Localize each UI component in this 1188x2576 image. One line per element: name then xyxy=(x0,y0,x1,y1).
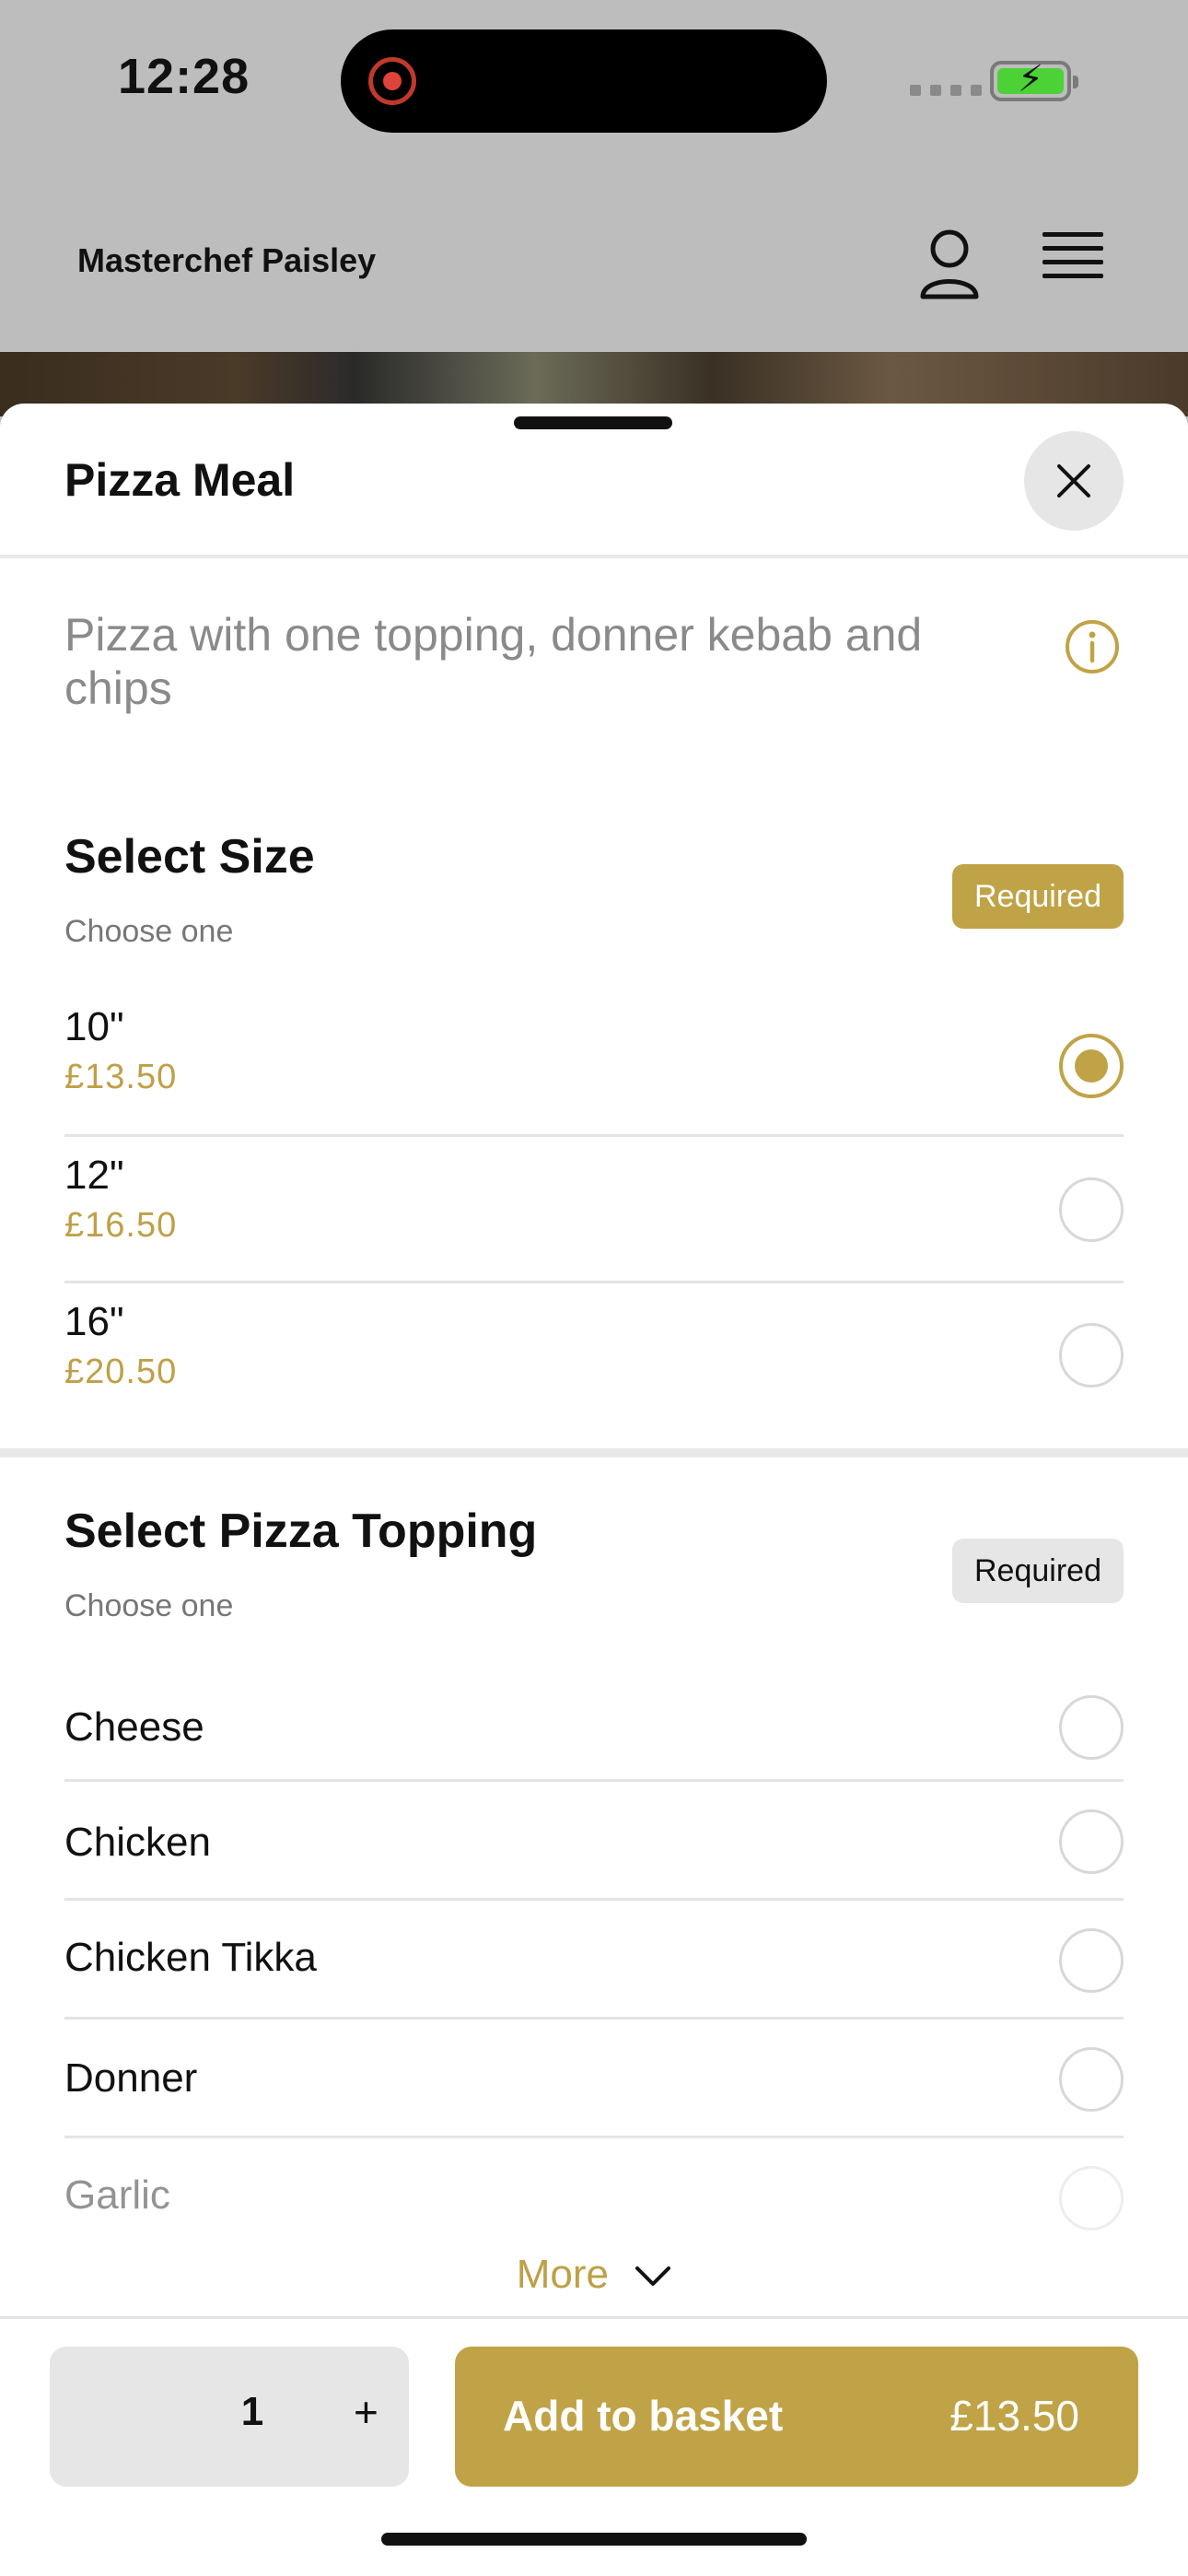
size-option-12[interactable]: 12" £16.50 xyxy=(64,1140,1124,1283)
divider xyxy=(0,555,1188,558)
more-button[interactable]: More xyxy=(0,2252,1188,2298)
radio-unselected[interactable] xyxy=(1059,1323,1124,1388)
size-section-subtitle: Choose one xyxy=(64,914,234,949)
home-indicator xyxy=(381,2533,807,2546)
option-name: 16" xyxy=(64,1299,124,1344)
topping-option-chicken-tikka[interactable]: Chicken Tikka xyxy=(64,1903,1124,2020)
option-name: Chicken Tikka xyxy=(64,1935,317,1980)
quantity-stepper: 1 + xyxy=(50,2347,409,2487)
recording-icon xyxy=(368,57,416,105)
topping-option-chicken[interactable]: Chicken xyxy=(64,1785,1124,1901)
more-label: More xyxy=(516,2252,609,2297)
topping-section-title: Select Pizza Topping xyxy=(64,1505,538,1558)
topping-option-garlic[interactable]: Garlic xyxy=(64,2141,1124,2248)
radio-unselected[interactable] xyxy=(1059,1695,1124,1760)
topping-option-cheese[interactable]: Cheese xyxy=(64,1675,1124,1782)
option-name: 10" xyxy=(64,1004,124,1049)
add-to-basket-label: Add to basket xyxy=(503,2392,784,2440)
option-name: Cheese xyxy=(64,1704,204,1750)
option-price: £13.50 xyxy=(64,1058,178,1096)
add-to-basket-button[interactable]: Add to basket £13.50 xyxy=(455,2347,1138,2487)
footer-bar: 1 + Add to basket £13.50 xyxy=(0,2316,1188,2576)
info-icon[interactable] xyxy=(1065,619,1120,674)
radio-unselected[interactable] xyxy=(1059,1809,1124,1874)
topping-section-subtitle: Choose one xyxy=(64,1588,234,1623)
size-option-16[interactable]: 16" £20.50 xyxy=(64,1286,1124,1419)
radio-unselected[interactable] xyxy=(1059,1928,1124,1993)
signal-icon xyxy=(910,85,982,96)
topping-option-donner[interactable]: Donner xyxy=(64,2022,1124,2138)
hamburger-icon[interactable] xyxy=(1042,232,1103,287)
close-icon xyxy=(1057,464,1090,498)
battery-icon: ⚡ xyxy=(990,61,1078,101)
radio-unselected[interactable] xyxy=(1059,1177,1124,1242)
quantity-value: 1 xyxy=(240,2389,264,2434)
dynamic-island xyxy=(341,29,827,133)
status-time: 12:28 xyxy=(118,49,250,104)
size-required-badge: Required xyxy=(952,864,1124,929)
section-divider xyxy=(0,1448,1188,1458)
person-icon[interactable] xyxy=(917,227,982,300)
add-to-basket-price: £13.50 xyxy=(949,2392,1079,2440)
sheet-grabber[interactable] xyxy=(514,416,672,429)
item-description: Pizza with one topping, donner kebab and… xyxy=(64,609,923,714)
option-name: Donner xyxy=(64,2055,198,2101)
app-header: Masterchef Paisley xyxy=(0,166,1188,352)
sheet-title: Pizza Meal xyxy=(64,454,296,506)
item-sheet: Pizza Meal Pizza with one topping, donne… xyxy=(0,404,1188,2576)
brand-name[interactable]: Masterchef Paisley xyxy=(77,241,376,280)
topping-required-badge: Required xyxy=(952,1539,1124,1603)
option-name: Chicken xyxy=(64,1820,211,1865)
close-button[interactable] xyxy=(1024,431,1124,531)
option-price: £20.50 xyxy=(64,1352,178,1391)
size-option-10[interactable]: 10" £13.50 xyxy=(64,1002,1124,1137)
option-name: Garlic xyxy=(64,2172,170,2218)
increment-button[interactable]: + xyxy=(354,2387,379,2437)
option-price: £16.50 xyxy=(64,1206,178,1245)
size-section-title: Select Size xyxy=(64,830,315,884)
status-bar: 12:28 ⚡ xyxy=(0,0,1188,166)
chevron-down-icon xyxy=(635,2266,671,2287)
radio-unselected[interactable] xyxy=(1059,2166,1124,2231)
radio-selected[interactable] xyxy=(1059,1034,1124,1098)
option-name: 12" xyxy=(64,1153,124,1198)
radio-unselected[interactable] xyxy=(1059,2047,1124,2112)
